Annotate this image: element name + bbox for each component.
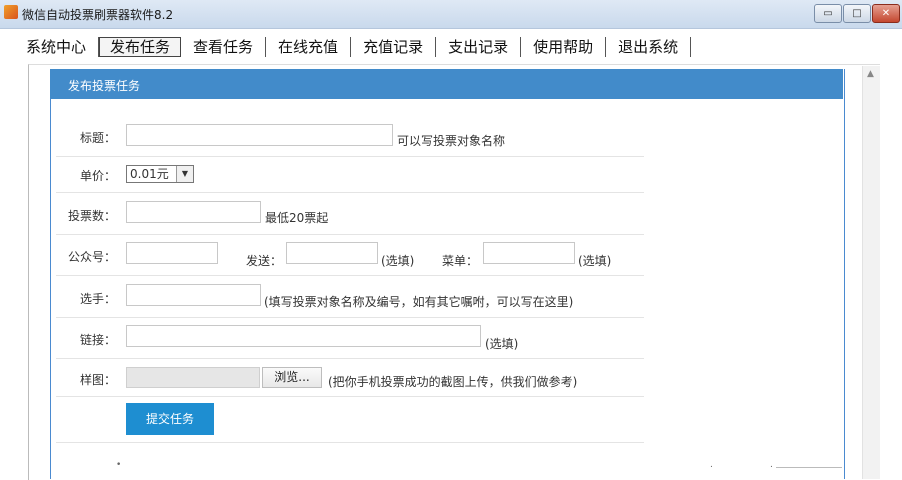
title-bar: 微信自动投票刷票器软件8.2 ▭ □ ✕ xyxy=(0,0,902,29)
link-input[interactable] xyxy=(126,325,481,347)
link-label: 链接： xyxy=(79,333,116,347)
vote-count-input[interactable] xyxy=(126,201,261,223)
sample-image-hint: (把你手机投票成功的截图上传，供我们做参考) xyxy=(328,375,578,389)
menu-input[interactable] xyxy=(483,242,575,264)
scroll-up-icon[interactable]: ▲ xyxy=(867,69,874,79)
submit-task-button[interactable]: 提交任务 xyxy=(126,403,214,435)
dropdown-arrow-icon[interactable]: ▼ xyxy=(176,166,193,182)
tab-publish-task[interactable]: 发布任务 xyxy=(99,37,182,57)
vote-count-label: 投票数： xyxy=(67,209,116,223)
send-input[interactable] xyxy=(286,242,378,264)
panel-header: 发布投票任务 xyxy=(50,69,843,99)
official-account-label: 公众号： xyxy=(67,250,116,264)
bottom-dot: . xyxy=(770,460,773,470)
sample-image-label: 样图： xyxy=(79,373,116,387)
link-hint: (选填) xyxy=(485,337,519,351)
panel-title: 发布投票任务 xyxy=(68,79,141,93)
title-hint: 可以写投票对象名称 xyxy=(397,134,506,148)
browse-button[interactable]: 浏览... xyxy=(262,367,322,388)
sample-image-path-field[interactable] xyxy=(126,367,260,388)
contestant-input[interactable] xyxy=(126,284,261,306)
menu-hint: (选填) xyxy=(578,254,612,268)
contestant-label: 选手： xyxy=(79,292,116,306)
tab-recharge-records[interactable]: 充值记录 xyxy=(351,37,437,57)
menu-label: 菜单： xyxy=(442,254,479,268)
maximize-button[interactable]: □ xyxy=(843,4,871,23)
window-title: 微信自动投票刷票器软件8.2 xyxy=(22,8,174,22)
price-selected-value: 0.01元 xyxy=(130,167,169,181)
tab-help[interactable]: 使用帮助 xyxy=(521,37,607,57)
tab-online-recharge[interactable]: 在线充值 xyxy=(266,37,352,57)
bottom-dot: • xyxy=(116,460,122,470)
official-account-input[interactable] xyxy=(126,242,218,264)
tab-system-center[interactable]: 系统中心 xyxy=(14,37,100,57)
vote-count-hint: 最低20票起 xyxy=(265,211,329,225)
close-button[interactable]: ✕ xyxy=(872,4,900,23)
app-icon xyxy=(4,5,18,19)
tab-exit-system[interactable]: 退出系统 xyxy=(606,37,692,57)
bottom-divider xyxy=(776,467,842,468)
tab-view-tasks[interactable]: 查看任务 xyxy=(181,37,267,57)
title-label: 标题： xyxy=(79,131,116,145)
price-label: 单价： xyxy=(79,169,116,183)
contestant-hint: (填写投票对象名称及编号，如有其它嘱咐，可以写在这里) xyxy=(264,295,574,309)
minimize-button[interactable]: ▭ xyxy=(814,4,842,23)
main-tab-bar: 系统中心 发布任务 查看任务 在线充值 充值记录 支出记录 使用帮助 退出系统 xyxy=(14,36,692,58)
tab-expense-records[interactable]: 支出记录 xyxy=(436,37,522,57)
vertical-scrollbar[interactable]: ▲ xyxy=(862,66,880,479)
send-label: 发送： xyxy=(246,254,283,268)
send-hint: (选填) xyxy=(381,254,415,268)
price-select[interactable]: 0.01元 ▼ xyxy=(126,165,194,183)
bottom-dot: . xyxy=(710,460,713,470)
title-input[interactable] xyxy=(126,124,393,146)
